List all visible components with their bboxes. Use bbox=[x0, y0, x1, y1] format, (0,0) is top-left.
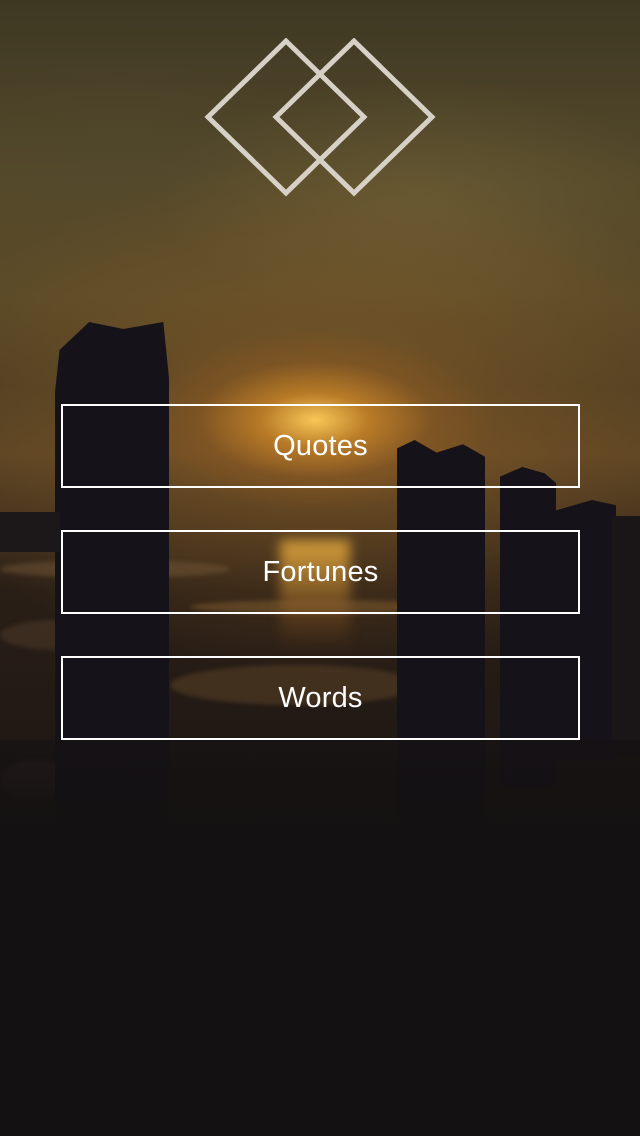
foreground-shore bbox=[0, 740, 640, 1136]
left-diamond-icon bbox=[204, 38, 368, 197]
fortunes-button[interactable]: Fortunes bbox=[61, 530, 580, 614]
overlapping-diamonds-icon bbox=[204, 38, 436, 197]
quotes-button[interactable]: Quotes bbox=[61, 404, 580, 488]
words-button-label: Words bbox=[278, 681, 363, 714]
shoreline bbox=[612, 516, 640, 756]
home-screen: Quotes Fortunes Words bbox=[0, 0, 640, 1136]
shoreline bbox=[0, 512, 60, 552]
words-button[interactable]: Words bbox=[61, 656, 580, 740]
right-diamond-icon bbox=[272, 38, 436, 197]
quotes-button-label: Quotes bbox=[273, 429, 368, 462]
fortunes-button-label: Fortunes bbox=[262, 555, 379, 588]
